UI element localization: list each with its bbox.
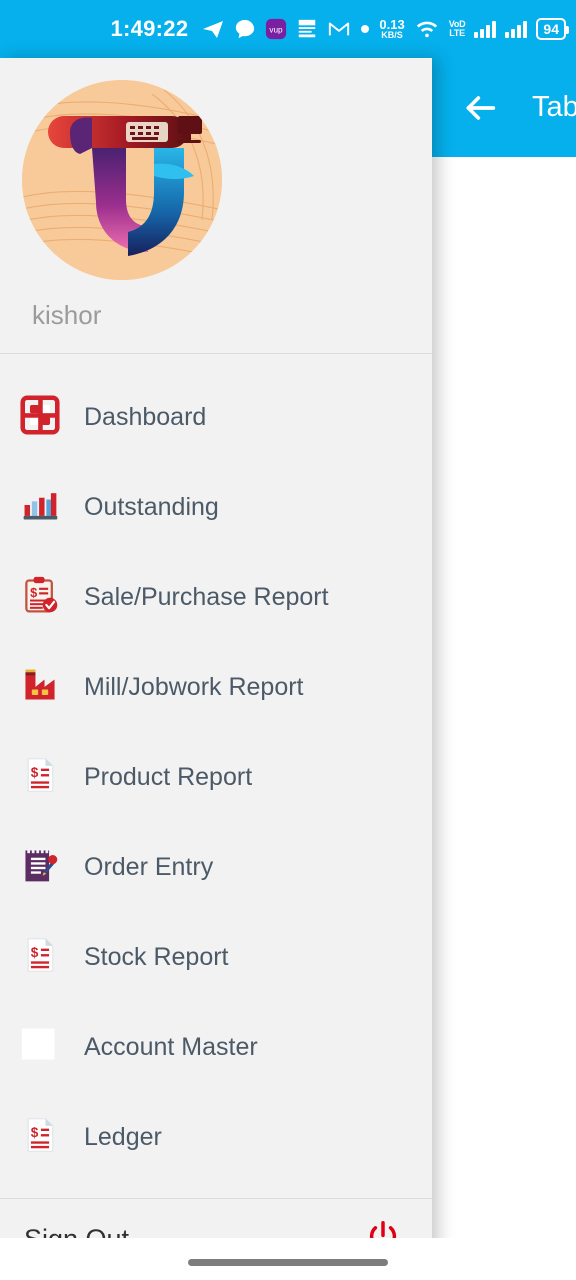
menu-item-ledger[interactable]: $ Ledger	[0, 1092, 432, 1182]
menu-item-label: Sale/Purchase Report	[84, 582, 329, 611]
menu-item-order-entry[interactable]: Order Entry	[0, 822, 432, 912]
menu-item-outstanding[interactable]: Outstanding	[0, 462, 432, 552]
document-dollar-icon: $	[20, 755, 64, 799]
menu-item-label: Account Master	[84, 1032, 258, 1061]
navigation-drawer: kishor Dashboard Outstanding $ Sale/Purc…	[0, 58, 432, 1280]
clipboard-dollar-icon: $	[20, 575, 64, 619]
svg-text:$: $	[31, 945, 39, 960]
menu-item-product-report[interactable]: $ Product Report	[0, 732, 432, 822]
menu-item-label: Product Report	[84, 762, 253, 791]
menu-item-label: Dashboard	[84, 402, 207, 431]
battery-indicator: 94	[536, 18, 569, 40]
factory-icon	[20, 665, 64, 709]
app-logo-avatar[interactable]	[22, 80, 222, 280]
app-bar-title: Tab	[532, 91, 576, 123]
svg-text:$: $	[30, 585, 37, 600]
menu-item-sale-purchase-report[interactable]: $ Sale/Purchase Report	[0, 552, 432, 642]
volte-line2: LTE	[449, 28, 465, 38]
back-arrow-icon[interactable]	[460, 88, 500, 128]
vup-app-icon: vup	[265, 18, 287, 40]
svg-text:$: $	[31, 1125, 39, 1140]
menu-item-account-master[interactable]: Account Master	[0, 1002, 432, 1092]
status-time: 1:49:22	[110, 16, 189, 41]
svg-text:vup: vup	[270, 26, 284, 35]
menu-item-stock-report[interactable]: $ Stock Report	[0, 912, 432, 1002]
menu-item-label: Order Entry	[84, 852, 214, 881]
wifi-icon	[414, 18, 440, 40]
menu-item-label: Ledger	[84, 1122, 162, 1151]
status-bar: 1:49:22 vup 0.13 KB/S VoD LTE 94	[0, 0, 576, 58]
drawer-header: kishor	[0, 58, 432, 354]
dashboard-grid-icon	[20, 395, 64, 439]
svg-text:$: $	[31, 765, 39, 780]
drawer-menu: Dashboard Outstanding $ Sale/Purchase Re…	[0, 354, 432, 1198]
signal-bars-sim1	[474, 20, 497, 38]
app-background: Tab 1:49:22 vup 0.13 KB/S VoD LTE 94 kis…	[0, 0, 576, 1280]
volte-indicator: VoD LTE	[449, 20, 466, 38]
signal-bars-sim2	[505, 20, 528, 38]
menu-item-label: Outstanding	[84, 492, 219, 521]
notepad-pen-icon	[20, 845, 64, 889]
gmail-icon	[327, 18, 351, 40]
blank-square-icon	[20, 1025, 64, 1069]
menu-item-label: Stock Report	[84, 942, 229, 971]
menu-item-mill-jobwork-report[interactable]: Mill/Jobwork Report	[0, 642, 432, 732]
gesture-home-indicator[interactable]	[188, 1259, 388, 1266]
telegram-icon	[201, 17, 225, 41]
profile-username: kishor	[32, 300, 102, 330]
bar-chart-icon	[20, 485, 64, 529]
menu-item-dashboard[interactable]: Dashboard	[0, 372, 432, 462]
news-app-icon	[296, 18, 318, 40]
chat-bubble-icon	[234, 18, 256, 40]
dot-icon	[360, 24, 370, 34]
document-dollar-icon: $	[20, 935, 64, 979]
network-speed-unit: KB/S	[381, 30, 403, 40]
document-dollar-icon: $	[20, 1115, 64, 1159]
network-speed: 0.13 KB/S	[379, 18, 404, 40]
menu-item-label: Mill/Jobwork Report	[84, 672, 304, 701]
